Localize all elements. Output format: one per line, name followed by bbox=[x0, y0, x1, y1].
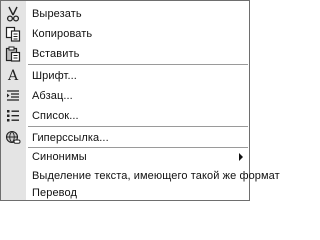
menu-item-synonyms[interactable]: Синонимы bbox=[1, 146, 249, 167]
menu-item-label: Копировать bbox=[32, 27, 93, 40]
menu-item-label: Выделение текста, имеющего такой же форм… bbox=[32, 169, 280, 182]
menu-item-label: Абзац... bbox=[32, 89, 73, 102]
menu-item-cut[interactable]: Вырезать bbox=[1, 3, 249, 24]
menu-item-label: Список... bbox=[32, 109, 79, 122]
menu-item-paste[interactable]: Вставить bbox=[1, 43, 249, 64]
menu-item-label: Перевод bbox=[32, 186, 77, 199]
menu-item-label: Вставить bbox=[32, 47, 80, 60]
menu-item-paragraph[interactable]: Абзац... bbox=[1, 85, 249, 106]
menu-item-translate[interactable]: Перевод bbox=[1, 182, 249, 203]
menu-item-font[interactable]: A Шрифт... bbox=[1, 65, 249, 86]
font-icon: A bbox=[7, 68, 19, 84]
menu-item-label: Синонимы bbox=[32, 150, 87, 163]
list-icon bbox=[4, 107, 22, 125]
menu-item-label: Вырезать bbox=[32, 7, 82, 20]
copy-icon bbox=[4, 25, 22, 43]
paragraph-icon bbox=[4, 87, 22, 105]
scissors-icon bbox=[4, 5, 22, 23]
paste-icon bbox=[4, 45, 22, 63]
context-menu: Вырезать Копировать Вставить A Шрифт... bbox=[0, 0, 280, 203]
submenu-arrow-icon bbox=[239, 153, 243, 161]
menu-item-label: Шрифт... bbox=[32, 69, 77, 82]
menu-item-list[interactable]: Список... bbox=[1, 105, 249, 126]
hyperlink-icon bbox=[4, 129, 22, 147]
menu-item-copy[interactable]: Копировать bbox=[1, 23, 249, 44]
menu-item-hyperlink[interactable]: Гиперссылка... bbox=[1, 127, 249, 148]
menu-item-label: Гиперссылка... bbox=[32, 131, 109, 144]
